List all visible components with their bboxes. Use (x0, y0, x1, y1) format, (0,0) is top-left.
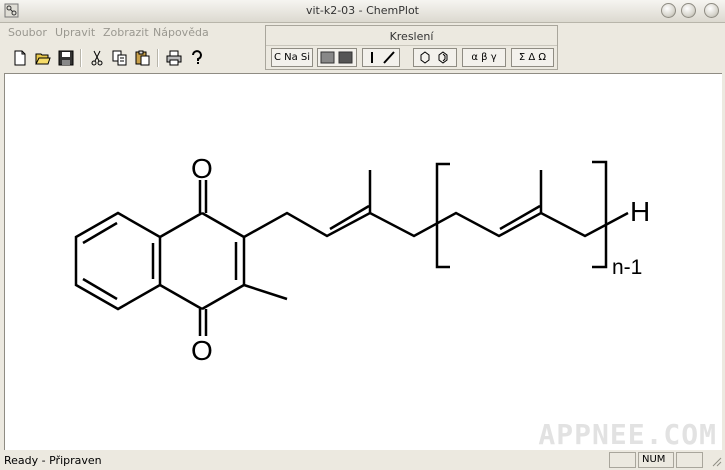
save-icon (58, 50, 74, 66)
copy-button[interactable] (110, 48, 130, 68)
hexagon-ring-icon (420, 51, 448, 64)
help-icon (192, 50, 202, 64)
drawing-canvas[interactable]: O O H n-1 (4, 73, 722, 450)
menu-zobrazit[interactable]: Zobrazit (103, 26, 149, 39)
pattern-button[interactable] (317, 48, 357, 67)
menu-bar: Soubor Upravit Zobrazit Nápověda (0, 23, 265, 41)
new-file-button[interactable] (10, 48, 30, 68)
save-button[interactable] (56, 48, 76, 68)
status-pane-scroll (676, 452, 703, 468)
paste-icon (135, 50, 150, 66)
symbols-button[interactable]: Σ Δ Ω (511, 48, 554, 67)
drawing-toolbar-title[interactable]: Kreslení (266, 28, 557, 46)
menu-napoveda[interactable]: Nápověda (153, 26, 209, 39)
status-text: Ready - Připraven (4, 454, 102, 467)
hydrogen-label: H (630, 196, 650, 227)
cut-button[interactable] (87, 48, 107, 68)
window-title: vit-k2-03 - ChemPlot (305, 4, 419, 17)
repeat-unit-label: n-1 (612, 256, 642, 279)
elements-button[interactable]: C Na Si (271, 48, 313, 67)
menu-upravit[interactable]: Upravit (55, 26, 95, 39)
close-button[interactable] (704, 3, 719, 18)
new-file-icon (14, 50, 26, 66)
help-button[interactable] (187, 48, 207, 68)
status-bar: Ready - Připraven NUM (0, 451, 725, 470)
minimize-button[interactable] (661, 3, 676, 18)
cut-icon (91, 50, 103, 66)
maximize-button[interactable] (681, 3, 696, 18)
copy-icon (112, 50, 127, 66)
greek-letters-button[interactable]: α β γ (462, 48, 506, 67)
bond-tools-button[interactable] (362, 48, 400, 67)
paste-button[interactable] (133, 48, 153, 68)
watermark: APPNEE.COM (538, 418, 717, 451)
bond-line-icon (371, 51, 395, 64)
open-button[interactable] (33, 48, 53, 68)
print-button[interactable] (164, 48, 184, 68)
status-pane-caps (609, 452, 636, 468)
oxygen-top-label: O (191, 153, 213, 184)
vitamin-k2-structure: O O H n-1 (74, 153, 650, 366)
menu-soubor[interactable]: Soubor (8, 26, 47, 39)
toolbar-separator (80, 49, 82, 67)
oxygen-bottom-label: O (191, 335, 213, 366)
toolbar-separator (157, 49, 159, 67)
resize-grip-icon[interactable] (710, 455, 722, 467)
open-folder-icon (35, 53, 51, 65)
title-bar: vit-k2-03 - ChemPlot (0, 0, 725, 23)
ring-tools-button[interactable] (413, 48, 457, 67)
standard-toolbar (0, 45, 265, 71)
hatch-pattern-icon (320, 51, 353, 64)
drawing-toolbar: Kreslení C Na Si α β γ Σ Δ Ω (265, 25, 558, 70)
print-icon (166, 50, 182, 66)
status-pane-num: NUM (638, 452, 674, 468)
